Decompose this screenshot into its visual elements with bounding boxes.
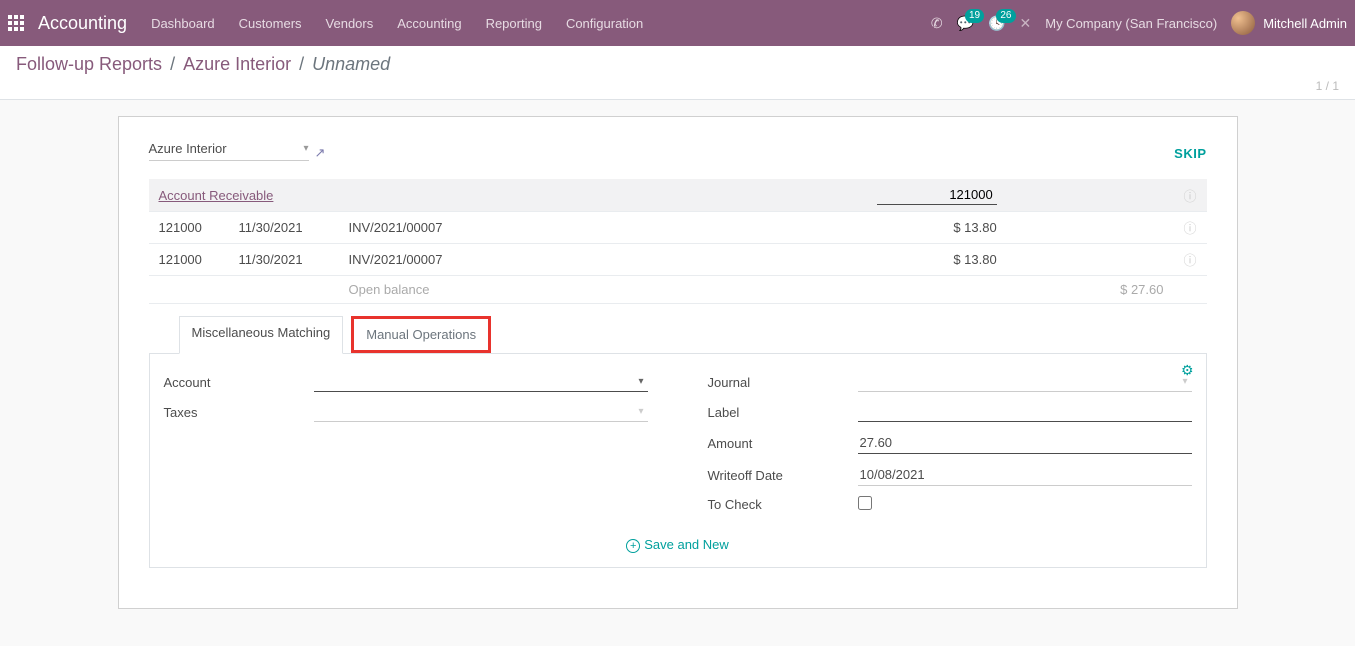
external-link-icon[interactable]: ↗ xyxy=(315,145,326,161)
line-amount: $ 13.80 xyxy=(638,212,1006,244)
messages-badge: 19 xyxy=(965,9,984,23)
table-row[interactable]: 121000 11/30/2021 INV/2021/00007 $ 13.80… xyxy=(149,244,1207,276)
chevron-down-icon: ▾ xyxy=(303,143,308,154)
table-row[interactable]: 121000 11/30/2021 INV/2021/00007 $ 13.80… xyxy=(149,212,1207,244)
writeoff-date-field[interactable]: 10/08/2021 xyxy=(858,464,1192,486)
info-icon[interactable]: ⓘ xyxy=(1173,244,1206,276)
journal-field[interactable]: ▾ xyxy=(858,372,1192,392)
pager[interactable]: 1 / 1 xyxy=(1316,79,1339,93)
account-label: Account xyxy=(164,375,314,390)
control-panel: Follow-up Reports / Azure Interior / Unn… xyxy=(0,46,1355,100)
breadcrumb-sep: / xyxy=(170,54,175,75)
activities-badge: 26 xyxy=(996,9,1015,23)
label-label: Label xyxy=(708,405,858,420)
to-check-label: To Check xyxy=(708,497,858,512)
nav-vendors[interactable]: Vendors xyxy=(326,16,374,31)
tabs: Miscellaneous Matching Manual Operations xyxy=(149,316,1207,354)
line-ref: INV/2021/00007 xyxy=(339,212,639,244)
plus-icon: + xyxy=(626,539,640,553)
breadcrumb-sep: / xyxy=(299,54,304,75)
nav-customers[interactable]: Customers xyxy=(239,16,302,31)
nav-accounting[interactable]: Accounting xyxy=(397,16,461,31)
open-balance-value: $ 27.60 xyxy=(1007,276,1174,304)
tab-pane: ⚙ Account ▾ Taxes ▾ Journal ▾ xyxy=(149,354,1207,568)
apps-icon[interactable] xyxy=(8,15,24,31)
top-navbar: Accounting Dashboard Customers Vendors A… xyxy=(0,0,1355,46)
chevron-down-icon: ▾ xyxy=(1182,376,1187,387)
user-name-label: Mitchell Admin xyxy=(1263,16,1347,31)
avatar xyxy=(1231,11,1255,35)
line-amount: $ 13.80 xyxy=(638,244,1006,276)
company-selector[interactable]: My Company (San Francisco) xyxy=(1045,16,1217,31)
amount-field[interactable]: 27.60 xyxy=(858,432,1192,454)
nav-reporting[interactable]: Reporting xyxy=(486,16,542,31)
line-ref: INV/2021/00007 xyxy=(339,244,639,276)
partner-name: Azure Interior xyxy=(149,141,227,156)
skip-button[interactable]: SKIP xyxy=(1174,146,1206,161)
line-code: 121000 xyxy=(149,244,229,276)
chevron-down-icon: ▾ xyxy=(638,376,643,387)
save-and-new-button[interactable]: + Save and New xyxy=(160,537,1196,553)
save-new-label: Save and New xyxy=(644,537,729,552)
line-code: 121000 xyxy=(149,212,229,244)
nav-menu: Dashboard Customers Vendors Accounting R… xyxy=(151,16,643,31)
nav-configuration[interactable]: Configuration xyxy=(566,16,643,31)
open-balance-label: Open balance xyxy=(339,276,639,304)
breadcrumb-followup[interactable]: Follow-up Reports xyxy=(16,54,162,75)
line-date: 11/30/2021 xyxy=(229,244,339,276)
amount-label: Amount xyxy=(708,436,858,451)
chevron-down-icon: ▾ xyxy=(638,406,643,417)
form-sheet: Azure Interior ▾ ↗ SKIP Account Receivab… xyxy=(118,116,1238,609)
taxes-label: Taxes xyxy=(164,405,314,420)
account-field[interactable]: ▾ xyxy=(314,372,648,392)
close-icon[interactable]: ✕ xyxy=(1020,15,1032,32)
account-receivable-link[interactable]: Account Receivable xyxy=(159,188,274,203)
info-icon[interactable]: ⓘ xyxy=(1173,179,1206,212)
writeoff-date-label: Writeoff Date xyxy=(708,468,858,483)
to-check-checkbox[interactable] xyxy=(858,496,872,510)
journal-label: Journal xyxy=(708,375,858,390)
app-name[interactable]: Accounting xyxy=(38,13,127,34)
breadcrumb-partner[interactable]: Azure Interior xyxy=(183,54,291,75)
tab-misc-matching[interactable]: Miscellaneous Matching xyxy=(179,316,344,354)
phone-icon[interactable]: ✆ xyxy=(931,15,943,32)
user-menu[interactable]: Mitchell Admin xyxy=(1231,11,1347,35)
header-amount-input[interactable] xyxy=(877,185,997,205)
label-field[interactable] xyxy=(858,402,1192,422)
line-date: 11/30/2021 xyxy=(229,212,339,244)
activities-icon[interactable]: 🕓26 xyxy=(988,15,1005,32)
partner-select[interactable]: Azure Interior ▾ xyxy=(149,141,309,161)
info-icon[interactable]: ⓘ xyxy=(1173,212,1206,244)
reconciliation-table: Account Receivable ⓘ 121000 11/30/2021 I… xyxy=(149,179,1207,304)
account-header-row: Account Receivable ⓘ xyxy=(149,179,1207,212)
breadcrumb: Follow-up Reports / Azure Interior / Unn… xyxy=(16,54,1339,75)
messages-icon[interactable]: 💬19 xyxy=(957,15,974,32)
nav-dashboard[interactable]: Dashboard xyxy=(151,16,215,31)
tab-manual-operations[interactable]: Manual Operations xyxy=(351,316,491,353)
breadcrumb-current: Unnamed xyxy=(312,54,390,75)
taxes-field[interactable]: ▾ xyxy=(314,402,648,422)
open-balance-row: Open balance $ 27.60 xyxy=(149,276,1207,304)
